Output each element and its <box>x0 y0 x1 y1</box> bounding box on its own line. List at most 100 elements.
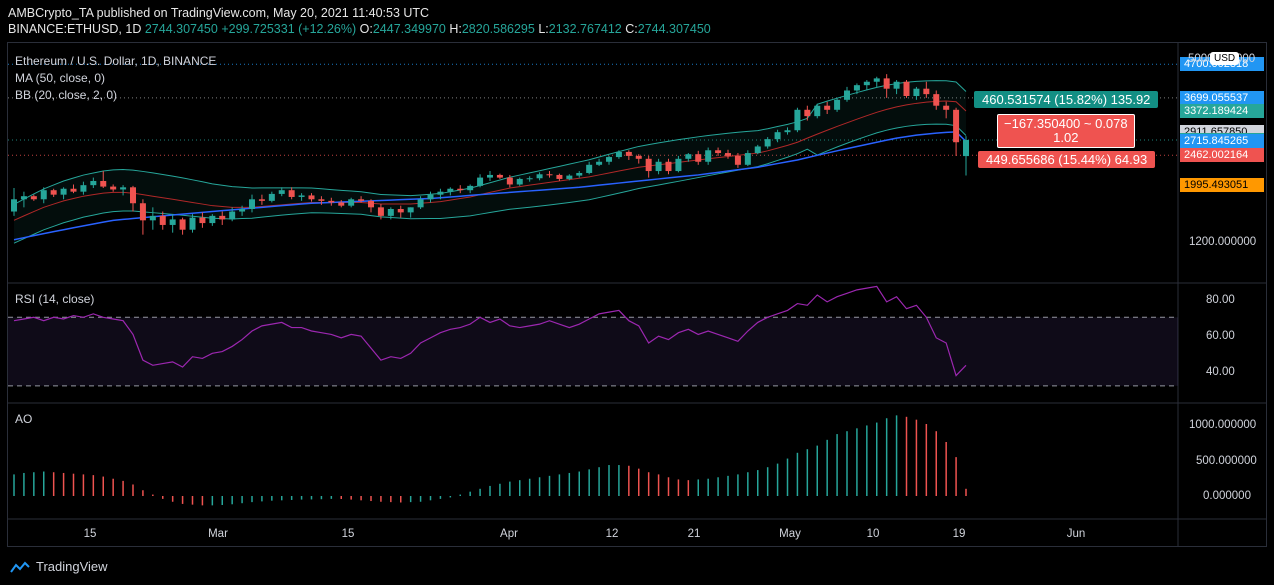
candle-body <box>873 78 880 82</box>
candle-body <box>844 90 850 100</box>
candle-body <box>318 199 325 201</box>
chart-canvas[interactable] <box>0 0 1274 585</box>
candle-body <box>229 211 236 220</box>
x-axis-label: 21 <box>687 528 701 540</box>
candle-body <box>556 174 563 179</box>
candle-body <box>60 188 67 195</box>
currency-badge[interactable]: USD <box>1210 52 1240 65</box>
x-axis-label: May <box>779 528 801 540</box>
x-axis-label: Apr <box>500 528 518 540</box>
chart-title[interactable]: Ethereum / U.S. Dollar, 1D, BINANCE <box>15 54 216 68</box>
candle-body <box>754 146 761 154</box>
candle-body <box>923 88 930 95</box>
candle-body <box>477 177 484 186</box>
candle-body <box>546 174 553 176</box>
measure-mid-line2: 1.02 <box>1053 130 1079 145</box>
candle-body <box>834 99 841 110</box>
candle-body <box>179 219 186 230</box>
candle-body <box>268 193 275 201</box>
measure-mid-callout: −167.350400 ~ 0.078 1.02 <box>997 114 1135 148</box>
candle-body <box>566 175 573 179</box>
candle-body <box>298 195 305 197</box>
candle-body <box>725 153 731 156</box>
candle-body <box>199 217 206 224</box>
candle-body <box>883 78 890 89</box>
rsi-legend[interactable]: RSI (14, close) <box>15 292 94 306</box>
candle-body <box>50 190 57 195</box>
candle-body <box>913 88 920 97</box>
candle-body <box>338 202 345 206</box>
candle-body <box>139 203 146 221</box>
candle-body <box>368 200 374 208</box>
candle-body <box>358 199 365 201</box>
tradingview-logo[interactable]: TradingView <box>10 559 108 574</box>
candle-body <box>487 174 493 178</box>
candle-body <box>685 154 692 159</box>
x-axis-label: Mar <box>208 528 228 540</box>
candle-body <box>536 174 543 179</box>
candle-body <box>11 199 17 212</box>
measure-down-callout: 449.655686 (15.44%) 64.93 <box>978 151 1156 168</box>
candle-body <box>328 200 335 203</box>
tradingview-icon <box>10 561 30 573</box>
candle-body <box>715 150 722 154</box>
candle-body <box>625 151 632 156</box>
candle-body <box>397 208 404 213</box>
candle-body <box>377 207 384 216</box>
candle-body <box>447 188 454 192</box>
candle-body <box>90 180 97 186</box>
candle-body <box>933 94 940 106</box>
candle-body <box>159 215 166 225</box>
candle-body <box>774 132 781 140</box>
candle-body <box>308 195 315 200</box>
candle-body <box>576 172 583 176</box>
candle-body <box>437 191 444 195</box>
candle-body <box>665 161 672 172</box>
candle-body <box>189 217 196 230</box>
price-axis-label: 3699.055537 <box>1180 90 1264 105</box>
rsi-band <box>8 317 1178 386</box>
candle-body <box>120 187 127 190</box>
candle-body <box>784 130 791 133</box>
candle-body <box>100 180 107 187</box>
ao-axis-tick: 0.000000 <box>1203 490 1251 502</box>
candle-body <box>496 174 503 178</box>
candle-body <box>903 81 910 97</box>
candle-body <box>695 154 702 162</box>
candle-body <box>794 109 801 131</box>
measure-mid-line1: −167.350400 ~ 0.078 <box>1004 116 1128 131</box>
candle-body <box>615 151 622 158</box>
candle-body <box>239 208 246 212</box>
candle-body <box>734 155 741 165</box>
candle-body <box>744 153 751 165</box>
brand-name: TradingView <box>36 559 108 574</box>
candle-body <box>863 81 870 86</box>
candle-body <box>407 207 414 213</box>
x-axis-label: 15 <box>83 528 97 540</box>
candle-body <box>457 188 464 191</box>
candle-body <box>824 105 831 110</box>
ma-legend[interactable]: MA (50, close, 0) <box>15 71 105 85</box>
candle-body <box>516 178 523 185</box>
price-axis-tick: 1200.000000 <box>1189 236 1257 248</box>
candle-body <box>110 186 117 190</box>
candle-body <box>20 196 27 200</box>
candle-body <box>953 109 960 143</box>
ao-legend[interactable]: AO <box>15 412 32 426</box>
candle-body <box>80 185 87 192</box>
rsi-axis-tick: 60.00 <box>1206 330 1235 342</box>
candle-body <box>169 219 176 225</box>
x-axis-label: Jun <box>1066 528 1086 540</box>
candle-body <box>586 164 593 173</box>
candle-body <box>943 105 950 110</box>
x-axis-label: 19 <box>952 528 966 540</box>
ao-axis-tick: 1000.000000 <box>1189 419 1257 431</box>
candle-body <box>288 190 295 197</box>
bb-legend[interactable]: BB (20, close, 2, 0) <box>15 88 117 102</box>
candle-body <box>278 190 285 194</box>
ao-axis-tick: 500.000000 <box>1196 455 1257 467</box>
x-axis-label: 15 <box>341 528 355 540</box>
x-axis-label: 10 <box>866 528 880 540</box>
candle-body <box>655 161 662 172</box>
candle-body <box>853 85 860 91</box>
